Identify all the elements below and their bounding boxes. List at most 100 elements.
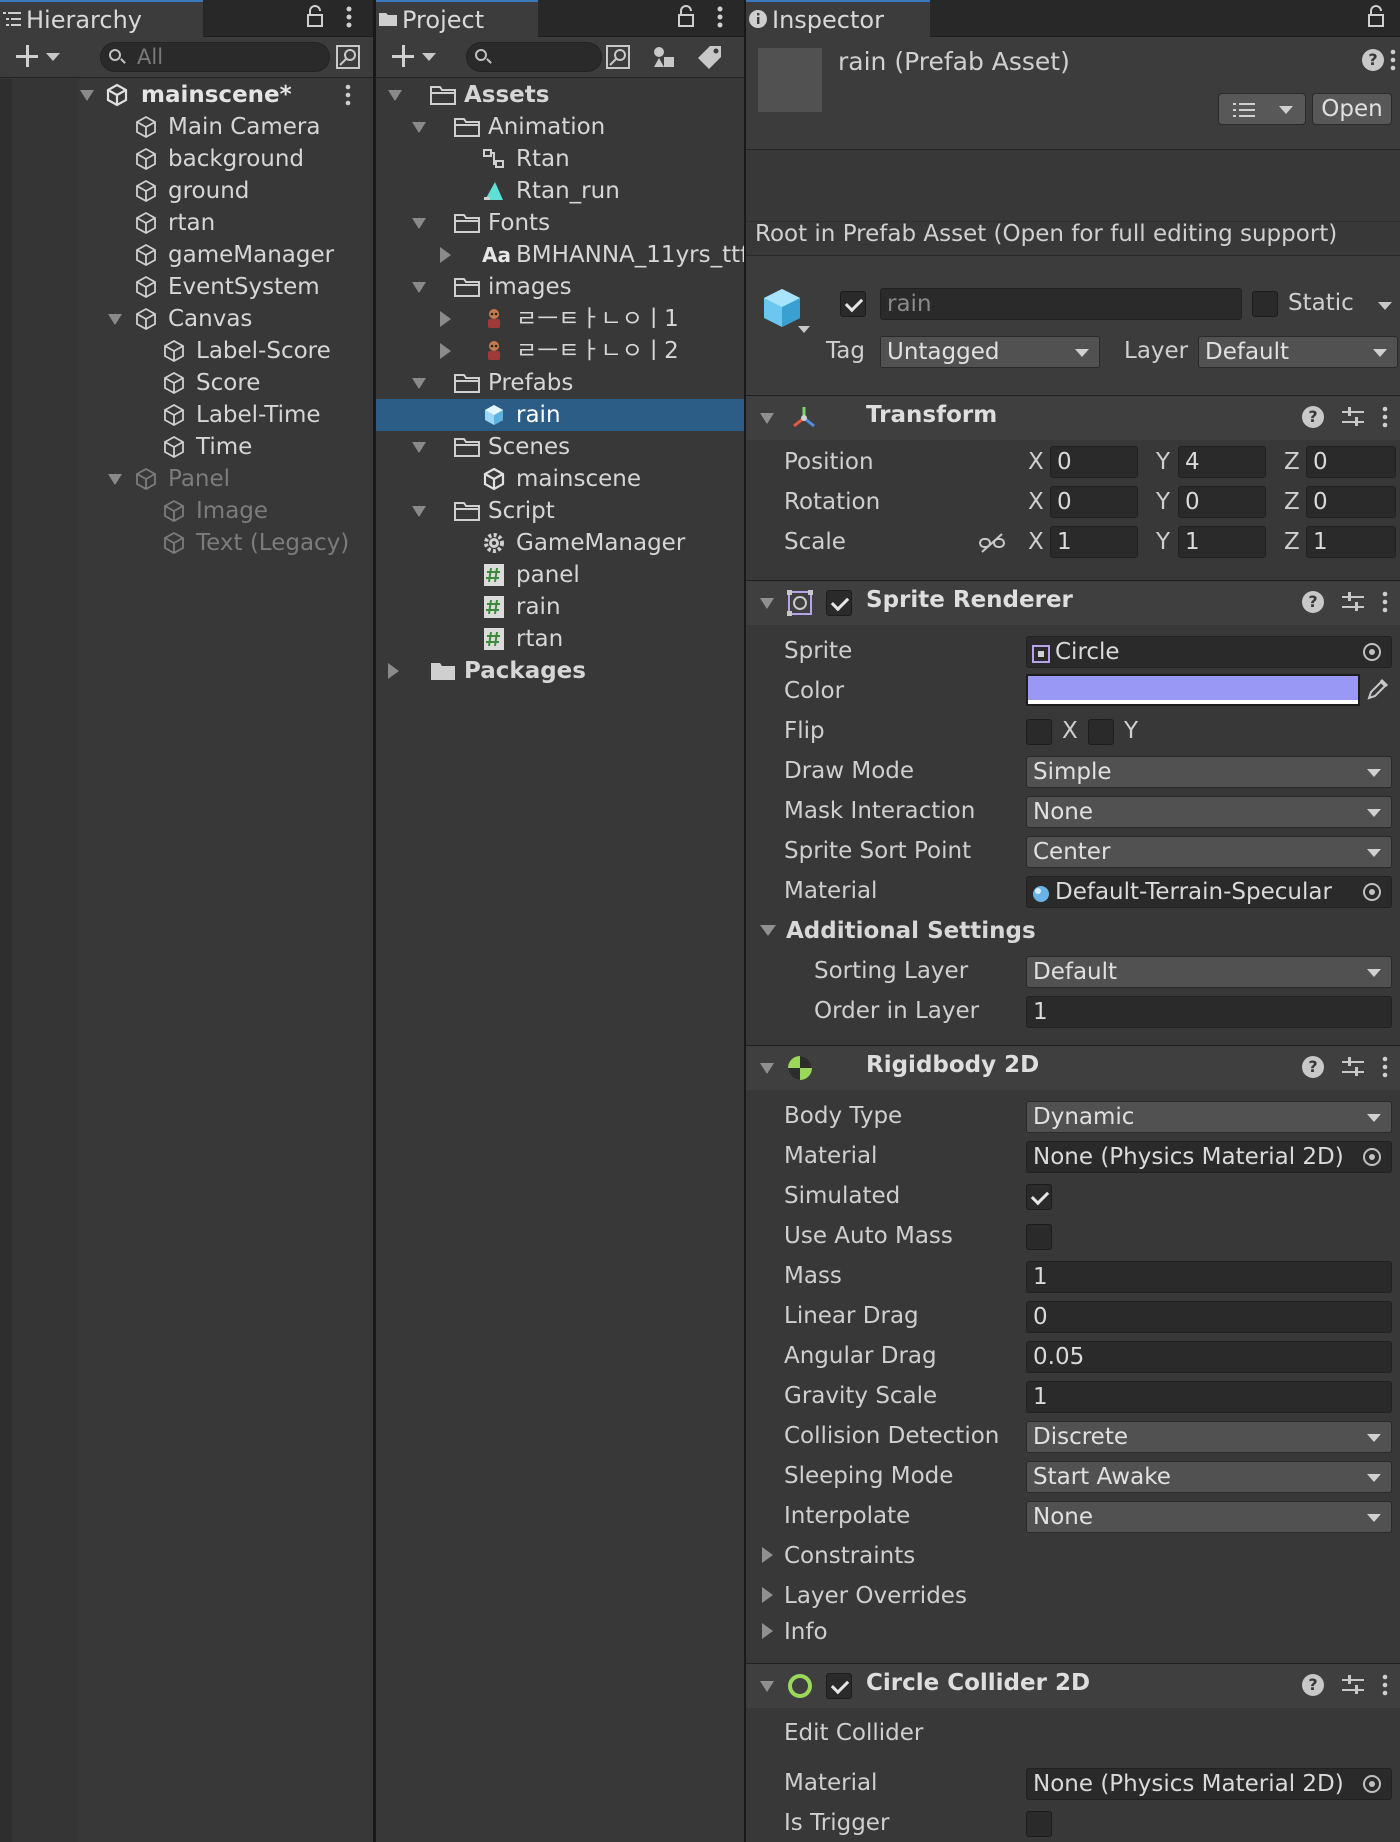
flip-y-checkbox[interactable] (1088, 719, 1114, 745)
expand-arrow-icon[interactable] (412, 506, 426, 517)
object-picker-icon[interactable] (1363, 1148, 1381, 1166)
constrain-proportions-icon[interactable] (978, 531, 1006, 555)
interpolate-dropdown[interactable]: None (1026, 1501, 1392, 1533)
material-field[interactable]: Default-Terrain-Specular (1026, 876, 1392, 908)
project-item[interactable]: Aa BMHANNA_11yrs_ttf (376, 239, 744, 271)
static-checkbox[interactable] (1252, 291, 1278, 317)
transform-rotation-y-field[interactable]: 0 (1178, 486, 1266, 518)
expand-arrow-icon[interactable] (412, 442, 426, 453)
icon-chevron-down-icon[interactable] (798, 326, 810, 333)
additional-settings-foldout[interactable]: Additional Settings (786, 918, 1036, 944)
open-button[interactable]: Open (1312, 93, 1392, 125)
expand-arrow-icon[interactable] (108, 474, 122, 485)
project-item[interactable]: Animation (376, 111, 744, 143)
sprite-renderer-enabled-checkbox[interactable] (826, 590, 852, 616)
hierarchy-item[interactable]: background (0, 143, 373, 175)
kebab-menu-icon[interactable] (1382, 591, 1388, 613)
layer-overrides-foldout[interactable]: Layer Overrides (784, 1583, 967, 1609)
draw-mode-dropdown[interactable]: Simple (1026, 756, 1392, 788)
expand-arrow-icon[interactable] (412, 282, 426, 293)
name-field[interactable]: rain (880, 288, 1242, 320)
hierarchy-item[interactable]: Panel (0, 463, 373, 495)
kebab-menu-icon[interactable] (1382, 1056, 1388, 1078)
simulated-checkbox[interactable] (1026, 1184, 1052, 1210)
project-item[interactable]: GameManager (376, 527, 744, 559)
hierarchy-item[interactable]: Image (0, 495, 373, 527)
hierarchy-item[interactable]: Label-Score (0, 335, 373, 367)
project-item[interactable]: Prefabs (376, 367, 744, 399)
search-scope-icon[interactable] (604, 43, 632, 71)
sprite-sort-point-dropdown[interactable]: Center (1026, 836, 1392, 868)
project-search-input[interactable] (466, 42, 602, 72)
info-foldout[interactable]: Info (784, 1619, 828, 1645)
transform-position-z-field[interactable]: 0 (1306, 446, 1396, 478)
search-scope-icon[interactable] (334, 43, 362, 71)
object-picker-icon[interactable] (1363, 643, 1381, 661)
hierarchy-item[interactable]: Canvas (0, 303, 373, 335)
expand-arrow-icon[interactable] (412, 218, 426, 229)
hierarchy-item[interactable]: EventSystem (0, 271, 373, 303)
project-item[interactable]: ㄹㅡㅌㅏㄴㅇㅣ2 (376, 335, 744, 367)
expand-arrow-icon[interactable] (412, 378, 426, 389)
lock-icon[interactable] (305, 5, 325, 29)
presets-icon[interactable] (1342, 1056, 1364, 1078)
create-asset-button[interactable] (388, 41, 442, 73)
help-icon[interactable]: ? (1302, 1674, 1324, 1696)
use-auto-mass-checkbox[interactable] (1026, 1224, 1052, 1250)
collapsed-arrow-icon[interactable] (440, 311, 451, 327)
project-item[interactable]: rain (376, 399, 744, 431)
circle-collider-enabled-checkbox[interactable] (826, 1673, 852, 1699)
collapse-arrow-icon[interactable] (760, 1063, 774, 1074)
kebab-menu-icon[interactable] (1390, 49, 1396, 71)
collapsed-arrow-icon[interactable] (762, 1547, 773, 1563)
transform-scale-z-field[interactable]: 1 (1306, 526, 1396, 558)
filter-by-label-icon[interactable] (696, 43, 724, 71)
lock-icon[interactable] (676, 5, 696, 29)
tree-row-scene[interactable]: mainscene* (0, 79, 373, 111)
project-item[interactable]: rtan (376, 623, 744, 655)
collision-detection-dropdown[interactable]: Discrete (1026, 1421, 1392, 1453)
sorting-layer-dropdown[interactable]: Default (1026, 956, 1392, 988)
eyedropper-icon[interactable] (1366, 677, 1390, 701)
expand-arrow-icon[interactable] (80, 90, 94, 101)
body-type-dropdown[interactable]: Dynamic (1026, 1101, 1392, 1133)
object-picker-icon[interactable] (1363, 883, 1381, 901)
transform-scale-y-field[interactable]: 1 (1178, 526, 1266, 558)
hierarchy-item[interactable]: gameManager (0, 239, 373, 271)
collapse-arrow-icon[interactable] (760, 1681, 774, 1692)
sprite-renderer-header[interactable]: Sprite Renderer ? (746, 580, 1400, 625)
collider-material-field[interactable]: None (Physics Material 2D) (1026, 1768, 1392, 1800)
project-item[interactable]: mainscene (376, 463, 744, 495)
hierarchy-item[interactable]: Text (Legacy) (0, 527, 373, 559)
lock-icon[interactable] (1366, 5, 1386, 29)
help-icon[interactable]: ? (1302, 406, 1324, 428)
transform-rotation-z-field[interactable]: 0 (1306, 486, 1396, 518)
tab-inspector[interactable]: Inspector (746, 0, 930, 37)
filter-by-type-icon[interactable] (650, 43, 678, 71)
expand-arrow-icon[interactable] (108, 314, 122, 325)
scene-kebab-icon[interactable] (344, 84, 352, 106)
project-item[interactable]: Fonts (376, 207, 744, 239)
prefab-overrides-dropdown[interactable] (1218, 93, 1306, 125)
mask-interaction-dropdown[interactable]: None (1026, 796, 1392, 828)
hierarchy-item[interactable]: Main Camera (0, 111, 373, 143)
flip-x-checkbox[interactable] (1026, 719, 1052, 745)
project-item[interactable]: Packages (376, 655, 744, 687)
presets-icon[interactable] (1342, 1674, 1364, 1696)
transform-position-y-field[interactable]: 4 (1178, 446, 1266, 478)
circle-collider-2d-header[interactable]: Circle Collider 2D ? (746, 1663, 1400, 1708)
hierarchy-search-input[interactable]: All (100, 42, 330, 72)
is-trigger-checkbox[interactable] (1026, 1811, 1052, 1837)
tag-dropdown[interactable]: Untagged (880, 336, 1100, 368)
expand-arrow-icon[interactable] (412, 122, 426, 133)
collapse-arrow-icon[interactable] (760, 598, 774, 609)
hierarchy-item[interactable]: ground (0, 175, 373, 207)
project-item[interactable]: Scenes (376, 431, 744, 463)
gravity-scale-field[interactable]: 1 (1026, 1381, 1392, 1413)
transform-scale-x-field[interactable]: 1 (1050, 526, 1138, 558)
constraints-foldout[interactable]: Constraints (784, 1543, 915, 1569)
layer-dropdown[interactable]: Default (1198, 336, 1398, 368)
collapse-arrow-icon[interactable] (760, 413, 774, 424)
mass-field[interactable]: 1 (1026, 1261, 1392, 1293)
hierarchy-item[interactable]: Label-Time (0, 399, 373, 431)
